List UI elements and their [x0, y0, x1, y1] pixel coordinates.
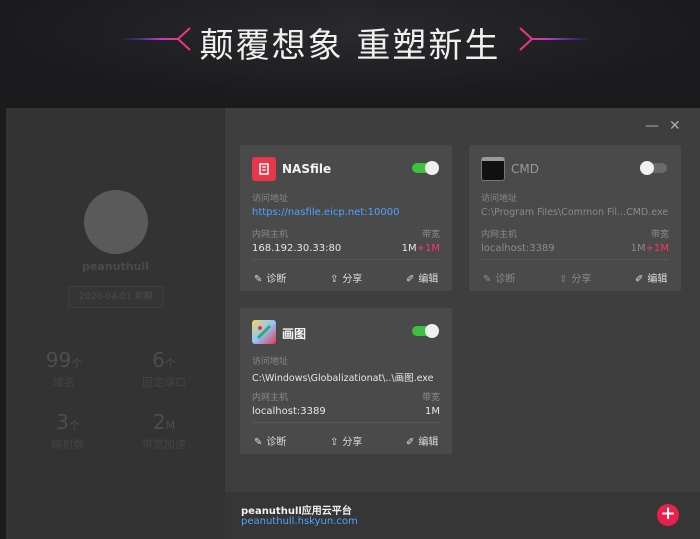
- access-address-link[interactable]: C:\Windows\Globalizationat\..\画图.exe: [252, 370, 433, 384]
- stat-unit: 个: [68, 419, 80, 432]
- card-divider: [252, 259, 440, 260]
- promo-banner: 颠覆想象 重塑新生: [0, 0, 700, 100]
- stat-bandwidth: 2M 带宽加速: [124, 410, 204, 452]
- bandwidth-base: 1M: [630, 243, 646, 254]
- bandwidth-label: 带宽: [421, 393, 440, 403]
- stat-value: 3: [56, 410, 69, 434]
- host-value: 168.192.30.33:80: [252, 243, 342, 254]
- share-label: 分享: [342, 274, 363, 285]
- diagnose-button[interactable]: ✎ 诊断: [254, 433, 286, 448]
- banner-title: 颠覆想象 重塑新生: [199, 26, 501, 66]
- banner-decoration-right-icon: [519, 27, 592, 51]
- avatar[interactable]: [84, 190, 148, 254]
- diagnose-icon: ✎: [254, 274, 263, 285]
- bandwidth-label: 带宽: [421, 230, 440, 240]
- edit-button[interactable]: ✐ 编辑: [406, 433, 438, 448]
- minimize-button[interactable]: —: [645, 118, 659, 134]
- close-button[interactable]: ✕: [669, 118, 681, 134]
- diagnose-icon: ✎: [254, 437, 263, 448]
- card-title: CMD: [511, 162, 539, 176]
- mapping-card-nasfile[interactable]: NASfile 访问地址 https://nasfile.eicp.net:10…: [240, 145, 452, 291]
- platform-url-link[interactable]: peanuthull.hskyun.com: [241, 516, 358, 527]
- edit-icon: ✐: [406, 437, 415, 448]
- share-icon: ⇪: [330, 437, 339, 448]
- bandwidth-base: 1M: [425, 406, 440, 417]
- mapping-card-paint[interactable]: 画图 访问地址 C:\Windows\Globalizationat\..\画图…: [240, 308, 452, 454]
- platform-name: peanuthull应用云平台: [241, 506, 352, 517]
- bandwidth-extra: +1M: [416, 243, 440, 254]
- stat-label: 固定端口: [142, 376, 186, 389]
- bandwidth-value: 1M: [425, 406, 440, 417]
- card-divider: [481, 259, 669, 260]
- bandwidth-extra: +1M: [645, 243, 669, 254]
- username: peanuthull: [82, 260, 149, 273]
- edit-icon: ✐: [406, 274, 415, 285]
- diagnose-icon: ✎: [483, 274, 492, 285]
- toggle-knob: [640, 161, 654, 175]
- stat-mappings: 3个 映射数: [28, 410, 108, 452]
- bandwidth-value: 1M+1M: [402, 243, 440, 254]
- mapping-card-cmd[interactable]: CMD 访问地址 C:\Program Files\Common Fil...C…: [469, 145, 681, 291]
- card-title: NASfile: [282, 162, 332, 176]
- stat-fixed-ports: 6个 固定端口: [124, 348, 204, 390]
- sidebar: peanuthull 2020-04-01 到期 99个 域名 6个 固定端口 …: [6, 108, 225, 539]
- bandwidth-value: 1M+1M: [631, 243, 669, 254]
- stat-value: 99: [45, 348, 72, 372]
- diagnose-label: 诊断: [266, 437, 287, 448]
- app-window: peanuthull 2020-04-01 到期 99个 域名 6个 固定端口 …: [6, 108, 700, 539]
- share-button[interactable]: ⇪ 分享: [330, 270, 362, 285]
- toggle-knob: [425, 324, 439, 338]
- main-panel: — ✕ NASfile 访问地址 https://nasfile.eicp.ne…: [225, 108, 700, 539]
- nasfile-app-icon: [252, 157, 276, 181]
- enable-toggle[interactable]: [412, 161, 439, 175]
- enable-toggle[interactable]: [412, 324, 439, 338]
- access-address-link[interactable]: C:\Program Files\Common Fil...CMD.exe: [481, 207, 668, 218]
- stat-value: 2: [152, 410, 166, 434]
- stat-label: 映射数: [51, 438, 85, 451]
- enable-toggle[interactable]: [640, 161, 667, 175]
- edit-icon: ✐: [635, 274, 644, 285]
- diagnose-label: 诊断: [266, 274, 287, 285]
- host-value: localhost:3389: [481, 243, 555, 254]
- card-title: 画图: [282, 327, 307, 341]
- stat-domains: 99个 域名: [24, 348, 104, 390]
- share-button[interactable]: ⇪ 分享: [330, 433, 362, 448]
- edit-label: 编辑: [418, 437, 439, 448]
- expiry-badge: 2020-04-01 到期: [68, 286, 164, 308]
- diagnose-label: 诊断: [495, 274, 516, 285]
- address-label: 访问地址: [481, 194, 518, 204]
- footer-bar: peanuthull应用云平台 peanuthull.hskyun.com +: [225, 492, 700, 539]
- add-mapping-button[interactable]: +: [657, 504, 679, 526]
- access-address-link[interactable]: https://nasfile.eicp.net:10000: [252, 207, 399, 218]
- stat-value: 6: [152, 348, 165, 372]
- host-label: 内网主机: [252, 230, 289, 240]
- share-icon: ⇪: [559, 274, 568, 285]
- host-label: 内网主机: [481, 230, 518, 240]
- toggle-knob: [425, 161, 439, 175]
- bandwidth-base: 1M: [401, 243, 417, 254]
- share-label: 分享: [571, 274, 592, 285]
- card-divider: [252, 422, 440, 423]
- host-label: 内网主机: [252, 393, 289, 403]
- stat-unit: 个: [71, 357, 83, 370]
- edit-label: 编辑: [647, 274, 668, 285]
- paint-app-icon: [252, 320, 276, 344]
- stat-unit: 个: [164, 357, 176, 370]
- stat-unit: M: [165, 419, 176, 432]
- share-button[interactable]: ⇪ 分享: [559, 270, 591, 285]
- share-label: 分享: [342, 437, 363, 448]
- host-value: localhost:3389: [252, 406, 326, 417]
- address-label: 访问地址: [252, 357, 289, 367]
- diagnose-button[interactable]: ✎ 诊断: [483, 270, 515, 285]
- share-icon: ⇪: [330, 274, 339, 285]
- edit-button[interactable]: ✐ 编辑: [635, 270, 667, 285]
- stat-label: 带宽加速: [142, 438, 186, 451]
- edit-label: 编辑: [418, 274, 439, 285]
- address-label: 访问地址: [252, 194, 289, 204]
- diagnose-button[interactable]: ✎ 诊断: [254, 270, 286, 285]
- edit-button[interactable]: ✐ 编辑: [406, 270, 438, 285]
- bandwidth-label: 带宽: [650, 230, 669, 240]
- stat-label: 域名: [53, 376, 75, 389]
- cmd-app-icon: [481, 157, 505, 181]
